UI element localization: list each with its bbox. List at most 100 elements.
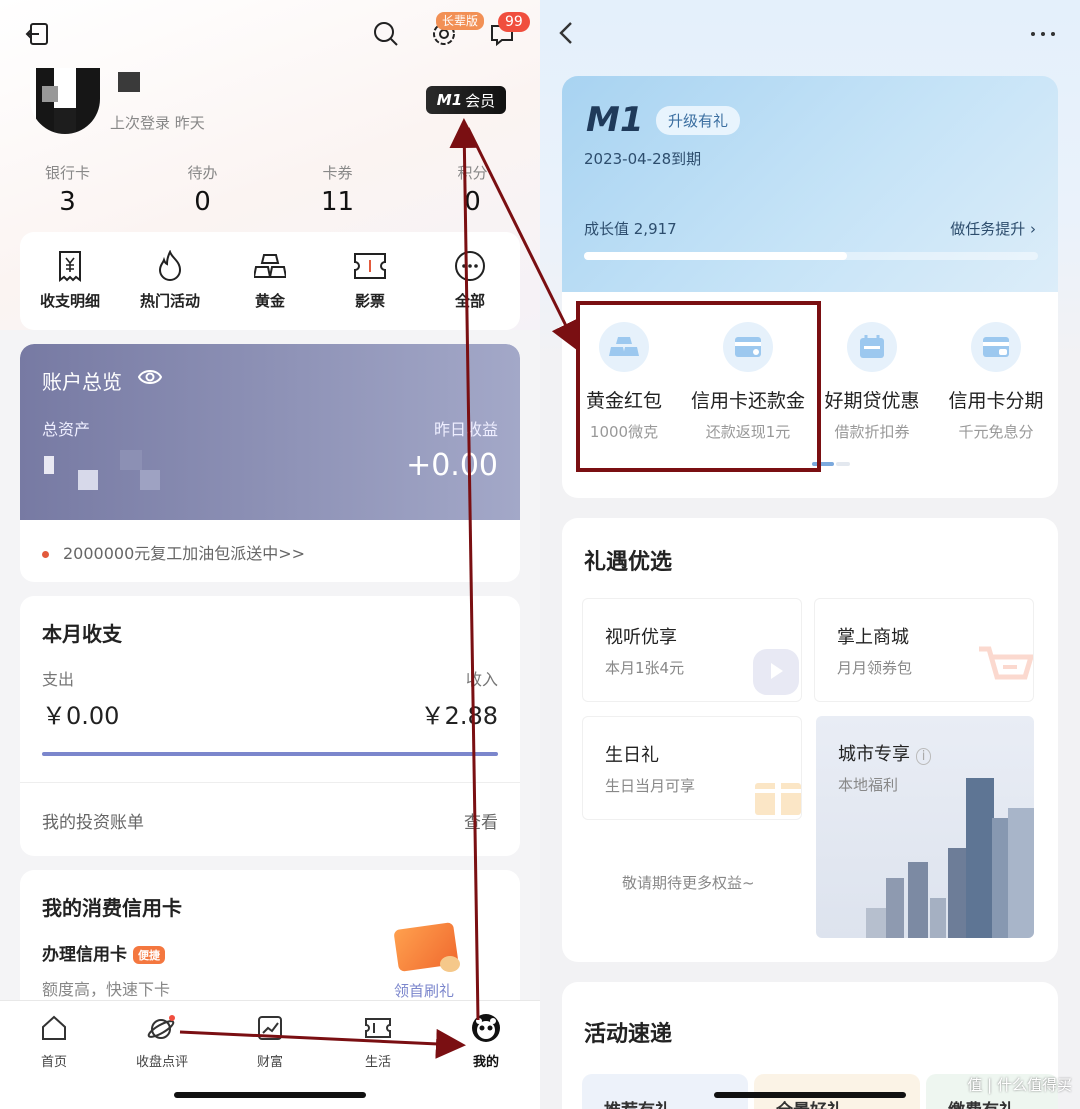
benefit-subtitle: 千元免息分 — [958, 423, 1034, 441]
user-avatar[interactable] — [30, 68, 100, 134]
trend-chart-icon — [216, 1013, 324, 1043]
growth-value: 成长值 2,917 — [584, 220, 677, 238]
panda-avatar-icon — [432, 1013, 540, 1043]
member-benefits-row: 黄金红包 1000微克 信用卡还款金 还款返现1元 好期贷优惠 借款折扣券 信用… — [562, 292, 1058, 498]
flame-icon — [120, 248, 220, 284]
m1-member-badge[interactable]: M1 会员 — [426, 86, 506, 114]
benefit-card-installment[interactable]: 信用卡分期 千元免息分 — [934, 292, 1058, 498]
gift-subtitle: 月月领券包 — [837, 659, 913, 677]
benefit-credit-repayment[interactable]: 信用卡还款金 还款返现1元 — [686, 292, 810, 498]
shopping-cart-icon — [973, 641, 1033, 701]
home-indicator — [174, 1092, 366, 1098]
gift-subtitle: 生日当月可享 — [605, 777, 696, 795]
quick-action-events[interactable]: 热门活动 — [120, 232, 220, 330]
quick-action-label: 热门活动 — [139, 292, 200, 310]
eye-icon[interactable] — [137, 368, 163, 391]
gift-tile-mall[interactable]: 掌上商城 月月领券包 — [814, 598, 1034, 702]
gift-title: 视听优享 — [605, 627, 677, 648]
stat-value: 3 — [59, 187, 76, 217]
yesterday-gain-label: 昨日收益 — [433, 420, 498, 439]
stat-label: 卡券 — [322, 164, 353, 182]
stat-todo[interactable]: 待办 0 — [135, 162, 270, 217]
monthly-summary-card[interactable]: 本月收支 支出 收入 ￥0.00 ￥2.88 我的投资账单 查看 — [20, 596, 520, 856]
total-assets-label: 总资产 — [42, 420, 91, 439]
upgrade-gift-tag[interactable]: 升级有礼 — [656, 106, 741, 135]
info-icon[interactable]: i — [915, 748, 932, 765]
credit-card-section[interactable]: 我的消费信用卡 办理信用卡 便捷 额度高，快速下卡 领首刷礼 — [20, 870, 520, 1020]
apply-credit-card[interactable]: 办理信用卡 便捷 — [42, 940, 165, 965]
income-expense-bar — [42, 752, 498, 756]
gift-tile-birthday[interactable]: 生日礼 生日当月可享 — [582, 716, 802, 820]
monthly-summary-title: 本月收支 — [42, 622, 122, 646]
stat-coupons[interactable]: 卡券 11 — [270, 162, 405, 217]
city-exclusive-title: 城市专享 i — [838, 740, 932, 766]
gold-bars-icon — [220, 248, 320, 284]
credit-section-title: 我的消费信用卡 — [42, 896, 182, 920]
apply-description: 额度高，快速下卡 — [42, 980, 171, 999]
income-label: 收入 — [465, 670, 498, 689]
expense-label: 支出 — [42, 670, 75, 689]
stat-points[interactable]: 积分 0 — [405, 162, 540, 217]
benefit-title: 信用卡还款金 — [690, 390, 805, 412]
city-skyline-illustration — [866, 778, 1034, 938]
m1-logo: M1 — [586, 100, 644, 140]
message-count-badge: 99 — [498, 12, 530, 32]
view-link[interactable]: 查看 — [464, 808, 498, 833]
tab-label: 生活 — [364, 1055, 391, 1070]
expense-value: ￥0.00 — [42, 702, 120, 730]
account-overview-header: 账户总览 总资产 昨日收益 +0.00 — [20, 344, 520, 520]
account-overview-title: 账户总览 — [42, 370, 122, 394]
more-benefits-hint: 敬请期待更多权益~ — [622, 874, 755, 892]
benefit-title: 好期贷优惠 — [824, 390, 920, 412]
source-watermark: 值 | 什么值得买 — [967, 1076, 1072, 1094]
stat-label: 积分 — [457, 164, 488, 182]
convenient-tag: 便捷 — [133, 946, 165, 964]
tab-home[interactable]: 首页 — [0, 1001, 108, 1109]
task-upgrade-link[interactable]: 做任务提升 › — [950, 218, 1036, 239]
tab-label: 我的 — [472, 1055, 499, 1070]
more-dots-icon[interactable] — [1028, 12, 1058, 49]
m1-membership-card[interactable]: M1 升级有礼 2023-04-28到期 成长值 2,917 做任务提升 › — [562, 76, 1058, 292]
logout-icon[interactable] — [20, 16, 56, 52]
city-exclusive-tile[interactable]: 城市专享 i 本地福利 — [816, 716, 1034, 938]
benefit-subtitle: 1000微克 — [589, 423, 659, 441]
quick-action-label: 全部 — [454, 292, 485, 310]
stat-bank-cards[interactable]: 银行卡 3 — [0, 162, 135, 217]
quick-action-gold[interactable]: 黄金 — [220, 232, 320, 330]
quick-action-label: 黄金 — [254, 292, 285, 310]
right-screen: M1 升级有礼 2023-04-28到期 成长值 2,917 做任务提升 › 黄… — [540, 0, 1080, 1109]
search-icon[interactable] — [368, 16, 404, 52]
benefit-subtitle: 还款返现1元 — [705, 423, 791, 441]
quick-action-movie-tickets[interactable]: 影票 — [320, 232, 420, 330]
quick-action-all[interactable]: 全部 — [420, 232, 520, 330]
home-icon — [0, 1013, 108, 1043]
growth-progress-track — [584, 252, 1038, 260]
redacted-total-assets — [42, 450, 202, 490]
back-chevron-icon[interactable] — [556, 18, 576, 55]
tab-mine[interactable]: 我的 — [432, 1001, 540, 1109]
planet-icon — [108, 1013, 216, 1043]
benefit-title: 黄金红包 — [585, 390, 662, 412]
gift-tile-media[interactable]: 视听优享 本月1张4元 — [582, 598, 802, 702]
benefit-loan-discount[interactable]: 好期贷优惠 借款折扣券 — [810, 292, 934, 498]
stats-row: 银行卡 3 待办 0 卡券 11 积分 0 — [0, 162, 540, 217]
elder-mode-badge[interactable]: 长辈版 — [436, 12, 485, 30]
benefit-title: 信用卡分期 — [948, 390, 1044, 412]
membership-expiry: 2023-04-28到期 — [584, 150, 702, 168]
ticket-icon — [320, 248, 420, 284]
growth-progress-fill — [584, 252, 848, 260]
first-swipe-gift-link[interactable]: 领首刷礼 — [394, 980, 454, 1001]
promo-link[interactable]: 2000000元复工加油包派送中>> — [42, 540, 305, 564]
income-value: ￥2.88 — [420, 702, 498, 730]
gift-title: 生日礼 — [605, 745, 659, 766]
task-upgrade-label: 做任务提升 — [950, 220, 1026, 238]
credit-card-icon — [723, 322, 773, 372]
tab-label: 财富 — [256, 1055, 283, 1070]
benefit-gold-red-packet[interactable]: 黄金红包 1000微克 — [562, 292, 686, 498]
account-overview-card[interactable]: 账户总览 总资产 昨日收益 +0.00 2000000元复工加油包派送中>> — [20, 344, 520, 582]
member-badge-label: 会员 — [465, 91, 496, 110]
chevron-right-icon: › — [1030, 220, 1036, 238]
quick-action-statement[interactable]: 收支明细 — [20, 232, 120, 330]
stat-label: 银行卡 — [44, 164, 90, 182]
gift-section-title: 礼遇优选 — [584, 550, 673, 575]
